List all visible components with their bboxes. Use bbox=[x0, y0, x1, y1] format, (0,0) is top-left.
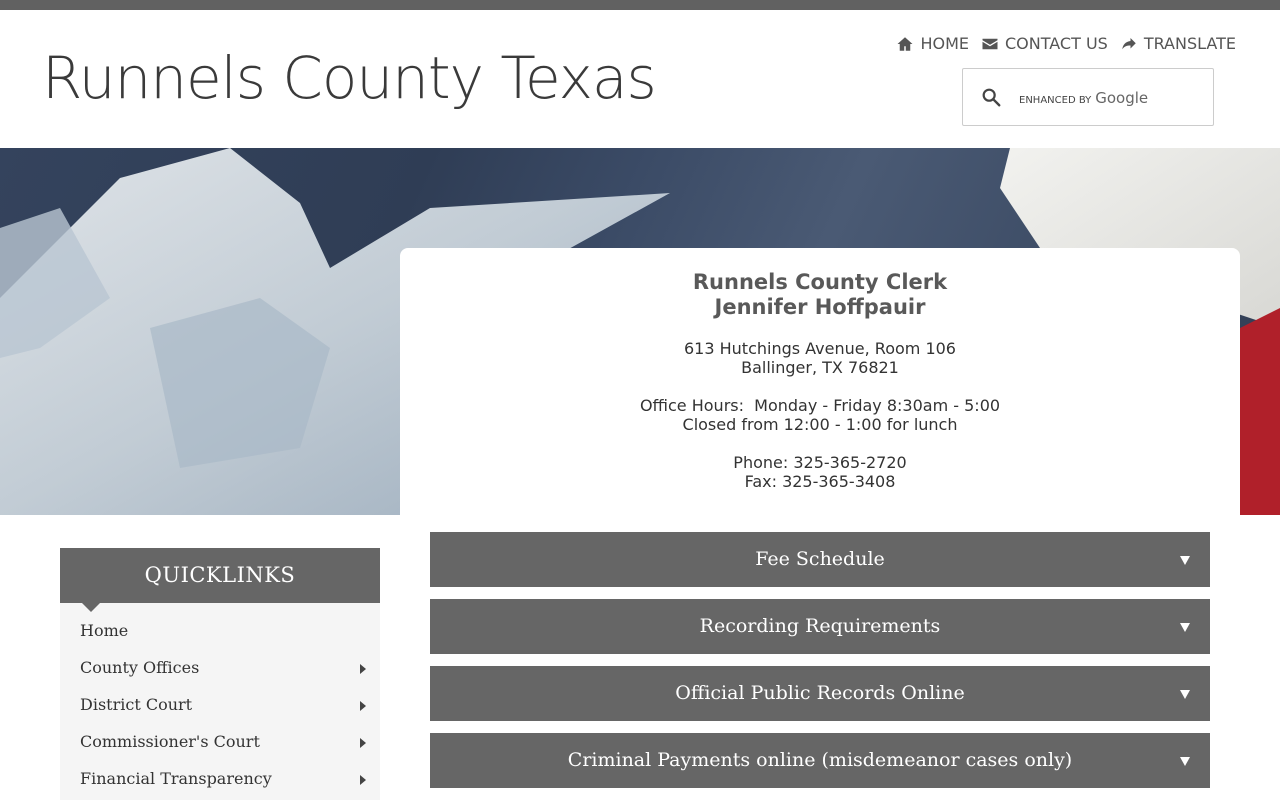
enhanced-label: ENHANCED BY bbox=[1019, 95, 1092, 106]
quicklink-home[interactable]: Home bbox=[60, 621, 380, 658]
search-brand: ENHANCED BY Google bbox=[1019, 89, 1148, 107]
nav-home-link[interactable]: HOME bbox=[896, 34, 969, 53]
clerk-title: Runnels County Clerk bbox=[692, 270, 948, 294]
caret-down-icon bbox=[1180, 757, 1190, 766]
nav-contact-label: CONTACT US bbox=[1004, 34, 1108, 53]
lunch-closure: Closed from 12:00 - 1:00 for lunch bbox=[682, 415, 958, 434]
site-title[interactable]: Runnels County Texas bbox=[42, 44, 657, 112]
clerk-name: Jennifer Hoffpauir bbox=[714, 295, 926, 319]
nav-contact-link[interactable]: CONTACT US bbox=[981, 34, 1108, 53]
quicklink-district-court[interactable]: District Court bbox=[60, 695, 380, 732]
top-bar bbox=[0, 0, 1280, 10]
search-icon[interactable] bbox=[980, 86, 1002, 108]
share-arrow-icon bbox=[1122, 37, 1136, 49]
accordion-label: Official Public Records Online bbox=[675, 682, 965, 704]
accordion: Fee Schedule Recording Requirements Offi… bbox=[430, 532, 1210, 800]
accordion-official-public-records[interactable]: Official Public Records Online bbox=[430, 666, 1210, 721]
nav-translate-label: TRANSLATE bbox=[1143, 34, 1236, 53]
quicklinks-list: Home County Offices District Court Commi… bbox=[60, 603, 380, 800]
nav-translate-link[interactable]: TRANSLATE bbox=[1120, 34, 1236, 53]
quicklinks-panel: QUICKLINKS Home County Offices District … bbox=[60, 548, 380, 800]
quicklink-financial-transparency[interactable]: Financial Transparency bbox=[60, 769, 380, 800]
clerk-info-card: Runnels County Clerk Jennifer Hoffpauir … bbox=[400, 248, 1240, 515]
google-brand: Google bbox=[1095, 89, 1149, 107]
quicklinks-heading: QUICKLINKS bbox=[60, 548, 380, 603]
top-nav: HOME CONTACT US TRANSLATE bbox=[896, 34, 1236, 53]
chevron-right-icon[interactable] bbox=[360, 701, 366, 711]
accordion-fee-schedule[interactable]: Fee Schedule bbox=[430, 532, 1210, 587]
quicklink-label: District Court bbox=[80, 695, 193, 714]
accordion-criminal-payments[interactable]: Criminal Payments online (misdemeanor ca… bbox=[430, 733, 1210, 788]
accordion-label: Recording Requirements bbox=[699, 615, 941, 637]
phone-number: Phone: 325-365-2720 bbox=[733, 453, 907, 472]
chevron-right-icon[interactable] bbox=[360, 664, 366, 674]
nav-home-label: HOME bbox=[920, 34, 969, 53]
search-box[interactable]: ENHANCED BY Google bbox=[962, 68, 1214, 126]
chevron-right-icon[interactable] bbox=[360, 738, 366, 748]
accordion-label: Criminal Payments online (misdemeanor ca… bbox=[567, 749, 1073, 771]
quicklink-label: Home bbox=[80, 621, 129, 640]
quicklinks-pointer bbox=[82, 603, 100, 612]
home-icon bbox=[897, 36, 913, 51]
card-title: Runnels County Clerk Jennifer Hoffpauir bbox=[400, 270, 1240, 320]
address-line-2: Ballinger, TX 76821 bbox=[741, 358, 899, 377]
quicklink-label: Financial Transparency bbox=[80, 769, 272, 788]
fax-number: Fax: 325-365-3408 bbox=[744, 472, 896, 491]
quicklink-label: Commissioner's Court bbox=[80, 732, 260, 751]
quicklink-county-offices[interactable]: County Offices bbox=[60, 658, 380, 695]
caret-down-icon bbox=[1180, 623, 1190, 632]
envelope-icon bbox=[982, 38, 998, 49]
office-hours: Office Hours: Monday - Friday 8:30am - 5… bbox=[639, 396, 1001, 415]
quicklink-label: County Offices bbox=[80, 658, 200, 677]
caret-down-icon bbox=[1180, 690, 1190, 699]
address-line-1: 613 Hutchings Avenue, Room 106 bbox=[684, 339, 956, 358]
chevron-right-icon[interactable] bbox=[360, 775, 366, 785]
quicklink-commissioners-court[interactable]: Commissioner's Court bbox=[60, 732, 380, 769]
accordion-recording-requirements[interactable]: Recording Requirements bbox=[430, 599, 1210, 654]
accordion-label: Fee Schedule bbox=[755, 548, 885, 570]
caret-down-icon bbox=[1180, 556, 1190, 565]
